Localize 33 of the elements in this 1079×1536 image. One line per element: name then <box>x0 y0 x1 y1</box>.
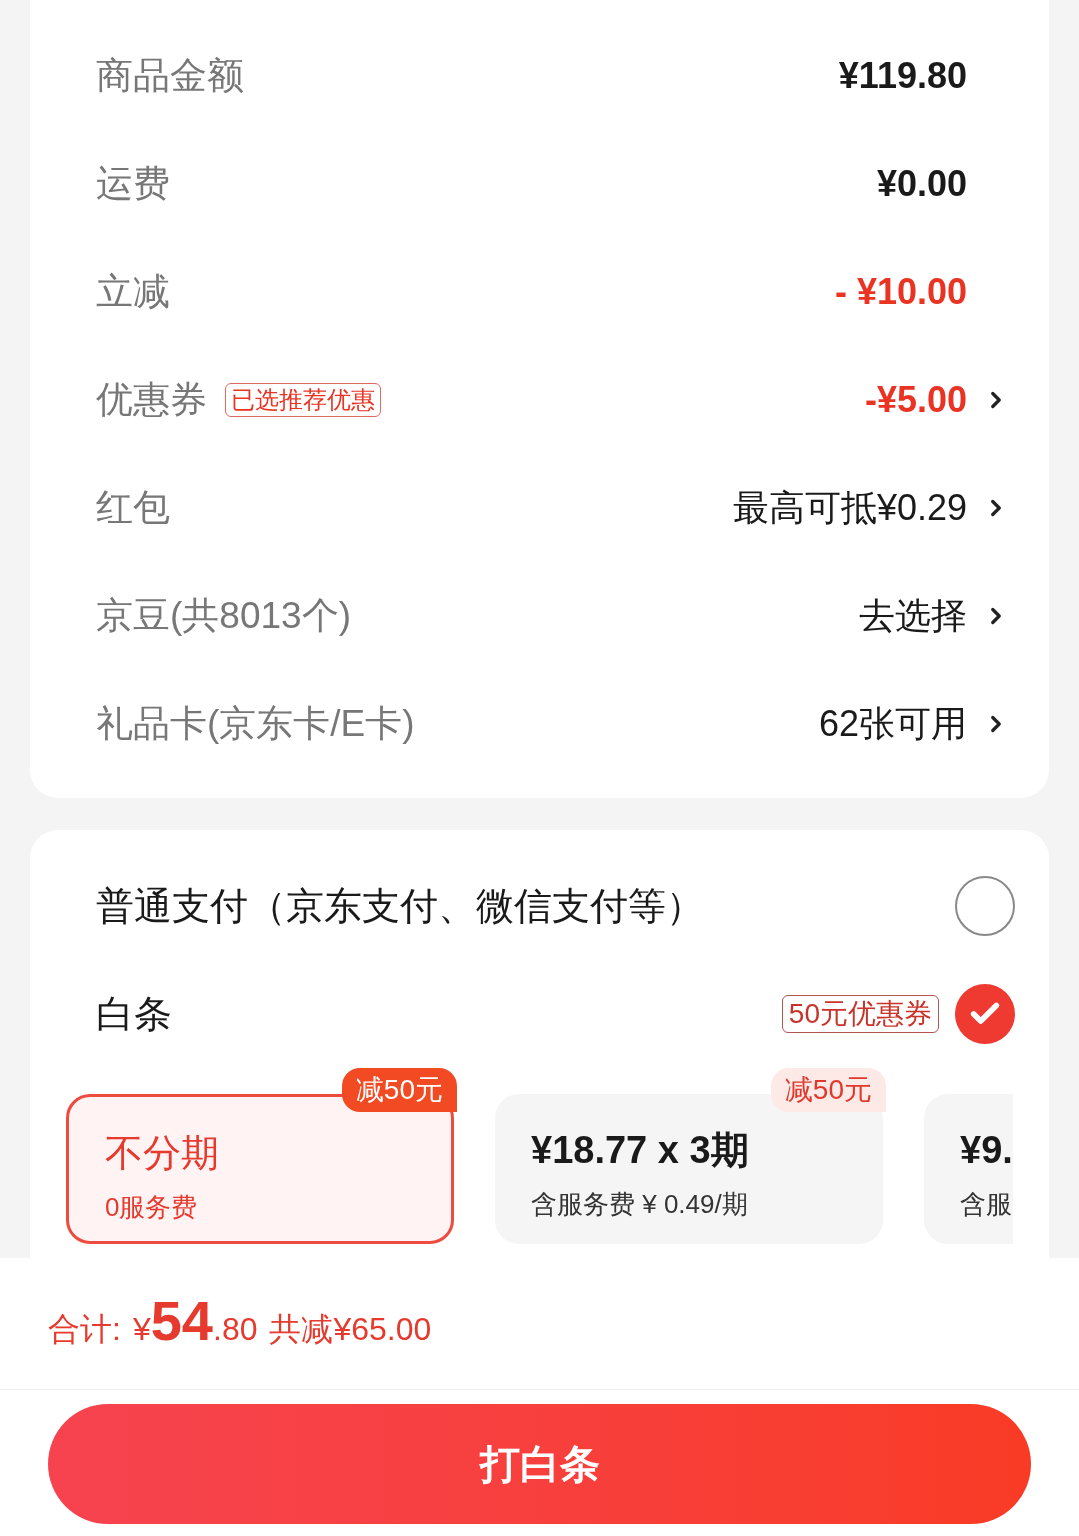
payment-option-label[interactable]: 白条 <box>96 985 172 1043</box>
plan-subtitle: 0服务费 <box>105 1191 199 1224</box>
fee-value: - ¥10.00 <box>834 270 967 314</box>
total-amount: ¥54.80 <box>132 1293 258 1353</box>
fee-label: 优惠券 <box>96 378 207 423</box>
fee-value: ¥0.00 <box>876 162 967 206</box>
fee-label: 立减 <box>96 270 170 315</box>
installment-plan[interactable]: ¥9. 含服 <box>924 1094 1013 1244</box>
fee-value: 62张可用 <box>818 702 967 746</box>
fee-label: 运费 <box>96 162 170 207</box>
radio-button[interactable] <box>955 876 1015 936</box>
plan-subtitle: 含服 <box>960 1188 1013 1221</box>
fee-label: 京豆(共8013个) <box>96 594 351 639</box>
total-label: 合计: <box>48 1310 121 1349</box>
fee-label: 商品金额 <box>96 54 244 99</box>
fee-value: -¥5.00 <box>864 378 967 422</box>
radio-button[interactable] <box>955 984 1015 1044</box>
plan-title: 不分期 <box>105 1131 220 1176</box>
payment-option-label[interactable]: 普通支付（京东支付、微信支付等） <box>96 877 704 935</box>
fee-label: 红包 <box>96 486 170 531</box>
discount-badge: 减50元 <box>770 1068 886 1112</box>
plan-title: ¥9. <box>960 1128 1013 1173</box>
fee-value: 去选择 <box>859 594 967 638</box>
fee-value: ¥119.80 <box>838 54 967 98</box>
recommended-tag: 已选推荐优惠 <box>225 383 381 417</box>
plan-subtitle: 含服务费 ¥ 0.49/期 <box>531 1188 749 1221</box>
total-savings: 共减¥65.00 <box>269 1310 432 1349</box>
fee-value: 最高可抵¥0.29 <box>732 486 967 530</box>
discount-badge: 减50元 <box>341 1068 457 1112</box>
fee-label: 礼品卡(京东卡/E卡) <box>96 702 415 747</box>
coupon-tag: 50元优惠券 <box>781 995 939 1033</box>
plan-title: ¥18.77 x 3期 <box>531 1128 750 1173</box>
submit-button[interactable]: 打白条 <box>48 1404 1031 1524</box>
